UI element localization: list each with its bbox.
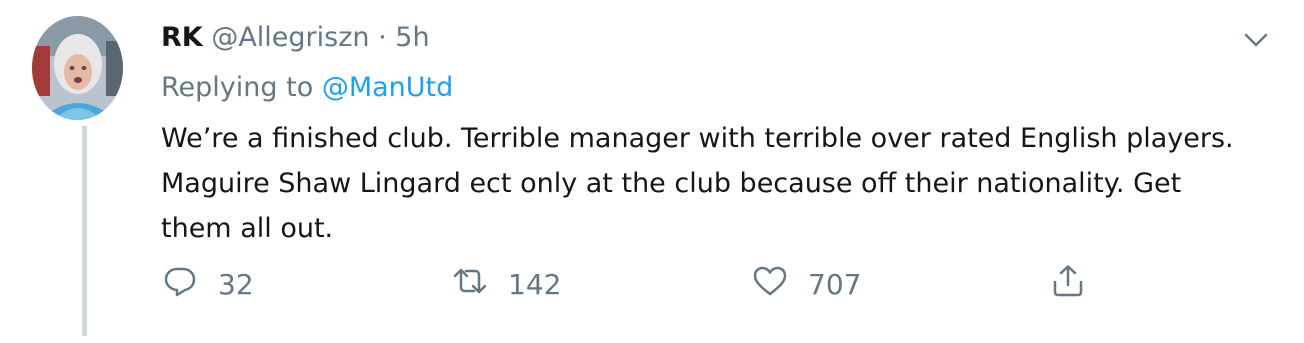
reply-button[interactable]: 32 — [162, 259, 254, 309]
replying-to: Replying to @ManUtd — [161, 68, 1241, 108]
author-name[interactable]: RK — [161, 22, 203, 53]
avatar-photo — [32, 16, 123, 120]
thread-line — [82, 126, 87, 336]
tweet-time[interactable]: 5h — [395, 22, 429, 53]
tweet-content: RK @Allegriszn · 5h Replying to @ManUtd … — [161, 18, 1241, 251]
tweet-text: We’re a finished club. Terrible manager … — [161, 123, 1234, 244]
avatar[interactable] — [32, 16, 123, 120]
reply-count: 32 — [218, 267, 254, 301]
replying-prefix: Replying to — [161, 72, 314, 103]
separator: · — [378, 22, 387, 53]
chevron-down-icon[interactable] — [1240, 24, 1272, 56]
like-count: 707 — [808, 267, 862, 301]
share-button[interactable] — [1050, 259, 1086, 309]
tweet-actions: 32 142 707 — [162, 259, 1162, 309]
retweet-icon — [452, 263, 488, 306]
author-handle[interactable]: @Allegriszn — [211, 22, 369, 53]
retweet-count: 142 — [508, 267, 562, 301]
retweet-button[interactable]: 142 — [452, 259, 561, 309]
replying-to-link[interactable]: @ManUtd — [322, 72, 453, 103]
share-icon — [1050, 263, 1086, 306]
heart-icon — [752, 263, 788, 306]
tweet-header: RK @Allegriszn · 5h — [161, 18, 1241, 58]
reply-icon — [162, 263, 198, 306]
like-button[interactable]: 707 — [752, 259, 861, 309]
